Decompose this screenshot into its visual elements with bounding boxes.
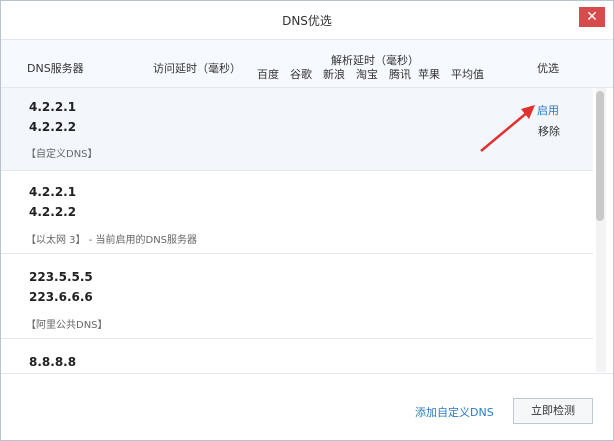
enable-link[interactable]: 启用 — [537, 102, 559, 118]
table-row[interactable]: 4.2.2.1 4.2.2.2 【自定义DNS】 启用 移除 — [1, 88, 593, 171]
primary-ip: 4.2.2.1 — [29, 185, 77, 199]
server-note: 【阿里公共DNS】 — [26, 320, 108, 331]
column-apple: 苹果 — [418, 68, 440, 81]
server-note: 【自定义DNS】 — [26, 149, 98, 160]
add-custom-dns-link[interactable]: 添加自定义DNS — [415, 404, 494, 420]
dns-server-list: 4.2.2.1 4.2.2.2 【自定义DNS】 启用 移除 4.2.2.1 4… — [1, 88, 593, 372]
window-title: DNS优选 — [282, 14, 332, 28]
primary-ip: 223.5.5.5 — [29, 270, 93, 284]
secondary-ip: 4.2.2.2 — [29, 205, 77, 219]
secondary-ip: 223.6.6.6 — [29, 290, 93, 304]
column-select: 优选 — [537, 62, 559, 75]
column-taobao: 淘宝 — [356, 68, 378, 81]
primary-ip: 8.8.8.8 — [29, 355, 77, 369]
column-sina: 新浪 — [323, 68, 345, 81]
column-google: 谷歌 — [290, 68, 312, 81]
table-row[interactable]: 223.5.5.5 223.6.6.6 【阿里公共DNS】 — [1, 256, 593, 339]
footer-bar: 添加自定义DNS 立即检测 — [1, 373, 613, 440]
column-average: 平均值 — [451, 68, 484, 81]
table-row[interactable]: 4.2.2.1 4.2.2.2 【以太网 3】 - 当前启用的DNS服务器 — [1, 171, 593, 254]
primary-ip: 4.2.2.1 — [29, 100, 77, 114]
column-tencent: 腾讯 — [389, 68, 411, 81]
detect-now-button[interactable]: 立即检测 — [513, 398, 593, 424]
table-header: DNS服务器 访问延时（毫秒） 解析延时（毫秒） 百度 谷歌 新浪 淘宝 腾讯 … — [1, 40, 613, 88]
table-row[interactable]: 8.8.8.8 — [1, 341, 593, 372]
column-access-latency: 访问延时（毫秒） — [153, 62, 241, 75]
title-bar: DNS优选 ✕ — [1, 1, 613, 40]
server-note: 【以太网 3】 - 当前启用的DNS服务器 — [26, 235, 198, 246]
dns-optimize-window: DNS优选 ✕ DNS服务器 访问延时（毫秒） 解析延时（毫秒） 百度 谷歌 新… — [0, 0, 614, 441]
column-baidu: 百度 — [257, 68, 279, 81]
close-button[interactable]: ✕ — [579, 7, 605, 27]
close-icon: ✕ — [586, 9, 598, 25]
remove-link[interactable]: 移除 — [538, 123, 560, 139]
scrollbar-thumb[interactable] — [596, 91, 604, 221]
column-dns-server: DNS服务器 — [27, 62, 84, 75]
secondary-ip: 4.2.2.2 — [29, 120, 77, 134]
